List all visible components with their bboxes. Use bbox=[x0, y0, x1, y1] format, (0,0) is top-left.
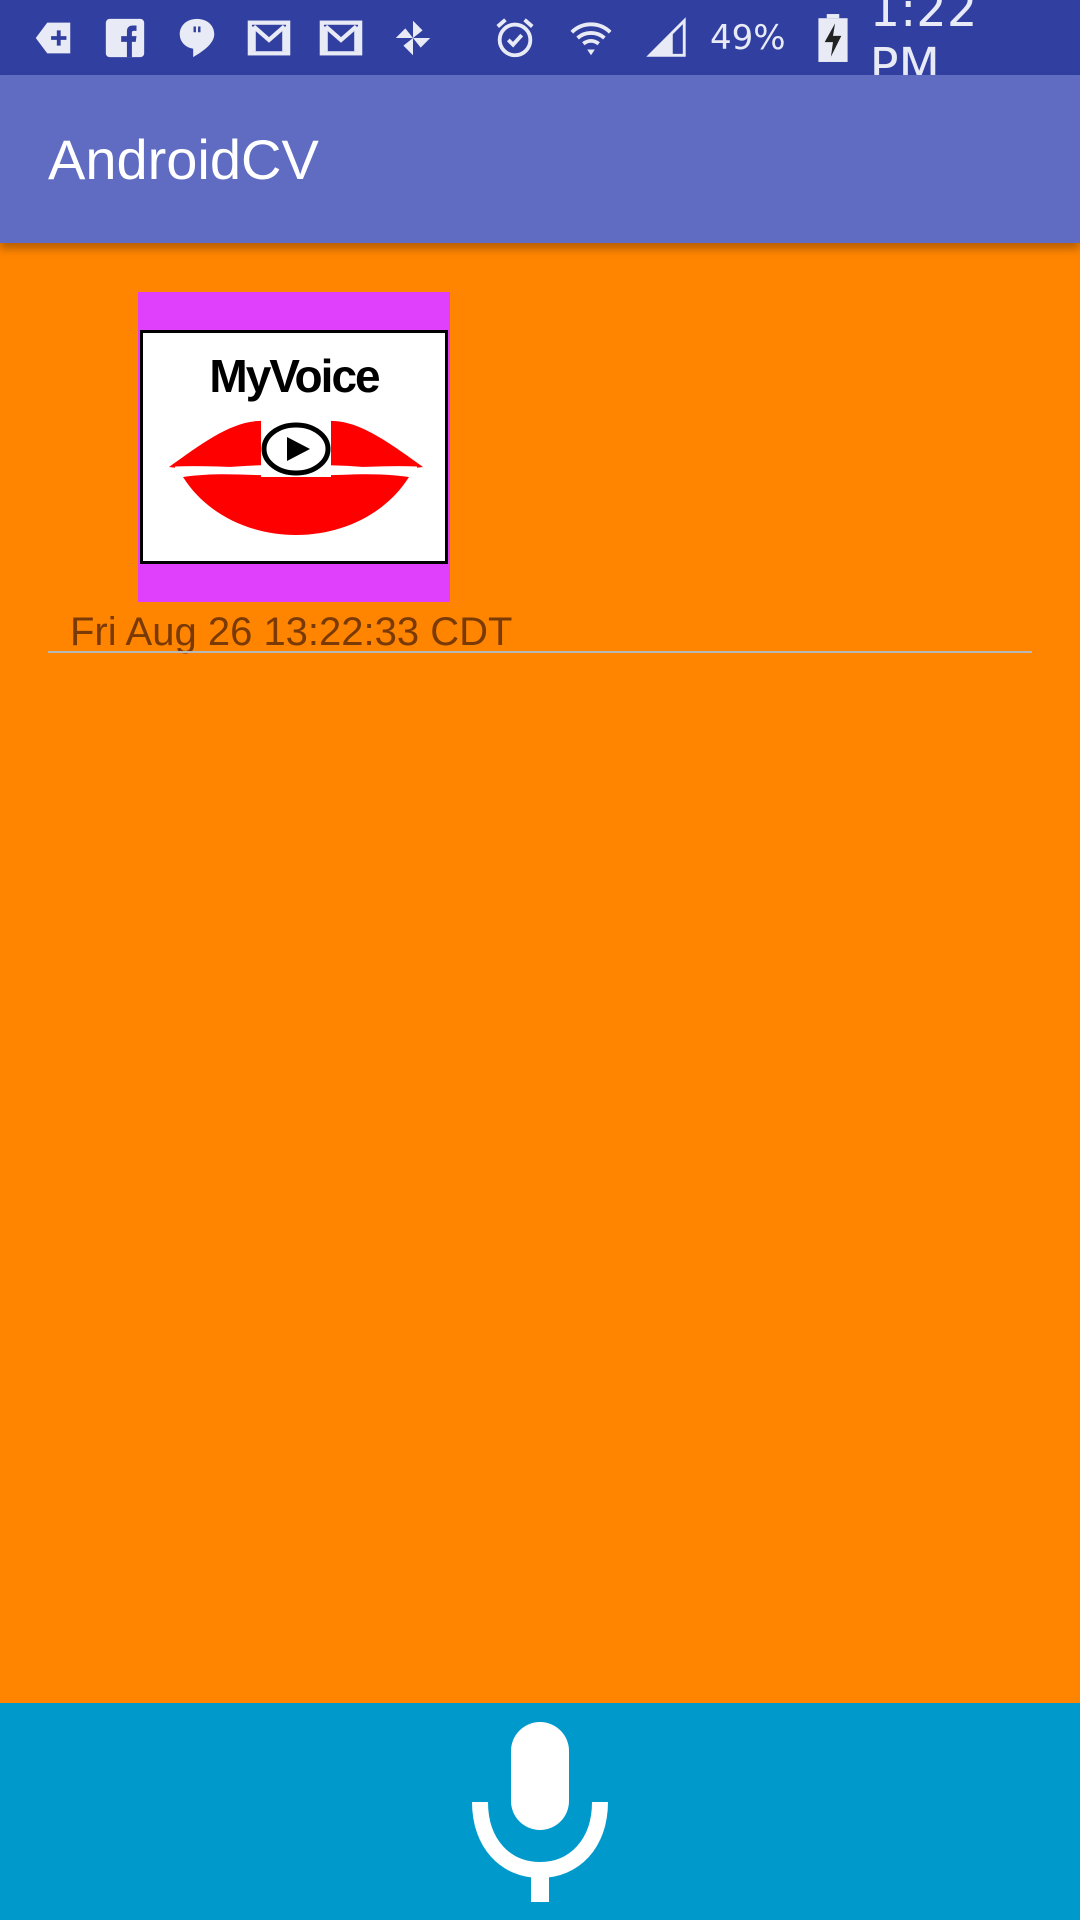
svg-text:": " bbox=[192, 21, 203, 46]
wifi-icon bbox=[568, 15, 614, 61]
battery-percent: 49% bbox=[710, 17, 786, 58]
gmail-icon bbox=[318, 15, 364, 61]
signal-icon bbox=[644, 15, 690, 61]
myvoice-logo: MyVoice bbox=[140, 330, 448, 564]
app-bar: AndroidCV bbox=[0, 75, 1080, 243]
item-timestamp: Fri Aug 26 13:22:33 CDT bbox=[70, 610, 513, 654]
divider bbox=[48, 651, 1032, 653]
notification-icons: " bbox=[30, 15, 462, 61]
logo-text: MyVoice bbox=[209, 350, 380, 402]
status-bar: " 49% 1:22 PM bbox=[0, 0, 1080, 94]
quote-bubble-icon: " bbox=[174, 15, 220, 61]
alarm-icon bbox=[492, 15, 538, 61]
facebook-icon bbox=[102, 15, 148, 61]
list-item-thumbnail[interactable]: MyVoice bbox=[138, 292, 450, 602]
battery-charging-icon bbox=[816, 13, 850, 63]
page-title: AndroidCV bbox=[48, 127, 319, 191]
lips-icon bbox=[169, 419, 423, 535]
gmail-icon bbox=[246, 15, 292, 61]
microphone-icon[interactable] bbox=[470, 1721, 610, 1902]
voice-input-bar[interactable] bbox=[0, 1703, 1080, 1920]
add-box-icon bbox=[30, 15, 76, 61]
pinwheel-icon bbox=[390, 15, 436, 61]
